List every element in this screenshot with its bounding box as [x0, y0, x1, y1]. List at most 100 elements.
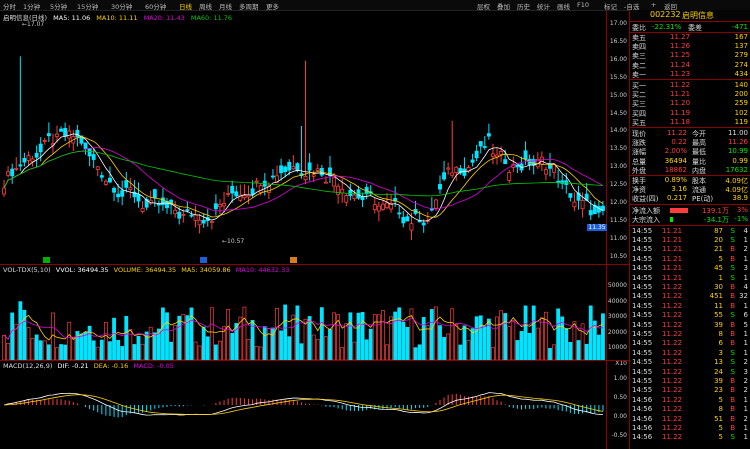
- tick-count: 1: [743, 395, 748, 404]
- tick-count: 2: [743, 377, 748, 385]
- volume-bar: [328, 329, 332, 360]
- candle-body: [523, 150, 528, 160]
- menu-item-8[interactable]: 月线: [219, 1, 232, 11]
- tick-volume: 20: [714, 236, 723, 244]
- tick-price: 11.21: [662, 226, 683, 235]
- dea-line: [4, 394, 604, 415]
- volume-bar: [59, 344, 63, 360]
- tick-row: 14:55 11.21 21 B 2: [630, 245, 750, 254]
- tick-price: 11.22: [662, 367, 683, 376]
- tick-direction: B: [730, 339, 735, 348]
- macd-panel[interactable]: MACD(12,26,9) DIF: -0.21 DEA: -0.16 MACD…: [0, 361, 606, 449]
- tick-time: 14:56: [632, 424, 653, 432]
- axis-label: 13.50: [609, 145, 627, 153]
- volume-bar: [161, 307, 165, 360]
- candle-body: [108, 177, 112, 183]
- axis-label: 11.50: [609, 216, 627, 224]
- bid-volume: 119: [734, 117, 748, 126]
- tick-row: 14:56 11.22 5 S 1: [630, 433, 750, 442]
- candle-body: [397, 212, 402, 215]
- tick-time: 14:55: [632, 226, 653, 235]
- quote-row: 涨幅 2.00% 最低 10.99: [630, 147, 750, 156]
- marker-m1[interactable]: [43, 257, 50, 263]
- candle-body: [470, 159, 475, 163]
- tick-direction: S: [730, 236, 735, 244]
- ask-price: 11.24: [670, 60, 691, 69]
- volume-bar: [507, 326, 512, 360]
- menu-item-9[interactable]: 多周期: [239, 1, 259, 11]
- tick-direction: S: [730, 433, 735, 442]
- volume-bar: [120, 346, 125, 360]
- volume-bar: [531, 305, 536, 360]
- tick-row: 14:55 11.22 23 B 2: [630, 386, 750, 395]
- volume-bar: [360, 312, 365, 360]
- axis-label: -0.50: [611, 432, 627, 439]
- macd-chart[interactable]: [0, 361, 606, 449]
- volume-bar: [556, 308, 561, 360]
- tick-row: 14:56 11.22 8 B 1: [630, 405, 750, 414]
- menu-item-4[interactable]: 30分钟: [111, 1, 132, 11]
- menu-item-6[interactable]: 日线: [179, 1, 192, 11]
- tick-time: 14:55: [632, 367, 653, 376]
- volume-bar: [136, 335, 141, 360]
- toolbar-item-8[interactable]: +: [651, 1, 656, 9]
- marker-m3[interactable]: [290, 257, 297, 263]
- menu-item-2[interactable]: 5分钟: [50, 1, 67, 11]
- stock-code: 002232: [650, 10, 681, 19]
- volume-bar: [450, 308, 455, 360]
- tick-price: 11.22: [662, 330, 683, 338]
- tick-price: 11.22: [662, 405, 683, 414]
- volume-bar: [230, 333, 235, 360]
- volume-bar: [112, 317, 116, 360]
- axis-label: 15.00: [609, 91, 627, 99]
- axis-label: 11.00: [609, 234, 627, 242]
- volume-bar: [344, 323, 349, 360]
- toolbar-item-3[interactable]: 统计: [537, 1, 550, 11]
- stat-value: 0.99: [732, 156, 748, 165]
- volume-panel[interactable]: VOL-TDX(5,10) VVOL: 36494.35 VOLUME: 364…: [0, 265, 606, 360]
- axis-label: 15.50: [609, 73, 627, 81]
- volume-bar: [548, 347, 552, 360]
- tick-direction: B: [730, 414, 735, 423]
- toolbar-item-6[interactable]: 标记: [604, 1, 617, 11]
- quote-row: 大宗流入 -34.1万 -1%: [630, 215, 750, 224]
- toolbar-item-5[interactable]: F10: [577, 1, 589, 9]
- tick-volume: 8: [718, 330, 723, 338]
- tick-count: 1: [743, 254, 748, 263]
- volume-bar: [148, 326, 153, 360]
- volume-bar: [584, 343, 589, 360]
- menu-item-3[interactable]: 15分钟: [77, 1, 98, 11]
- marker-m2[interactable]: [200, 257, 207, 263]
- menu-item-5[interactable]: 60分钟: [145, 1, 166, 11]
- candle-body: [14, 168, 19, 170]
- menu-item-7[interactable]: 周线: [199, 1, 212, 11]
- tick-time: 14:56: [632, 414, 653, 423]
- volume-bar: [63, 344, 68, 360]
- candle-body: [303, 175, 308, 181]
- menu-item-0[interactable]: 分时: [3, 1, 16, 11]
- tick-row: 14:55 11.22 39 B 5: [630, 321, 750, 330]
- volume-bar: [372, 314, 377, 360]
- toolbar-item-1[interactable]: 叠加: [497, 1, 510, 11]
- volume-bar: [425, 325, 430, 360]
- volume-bar: [417, 344, 422, 360]
- candlestick-chart[interactable]: ←17.07 ←10.57: [0, 11, 606, 264]
- kline-panel[interactable]: 启明信息(日线) MA5: 11.06 MA10: 11.11 MA20: 11…: [0, 11, 606, 264]
- tick-price: 11.22: [662, 320, 683, 329]
- quote-row: 买四 11.19 102: [630, 109, 750, 118]
- toolbar-item-4[interactable]: 画线: [557, 1, 570, 11]
- menu-item-10[interactable]: 更多: [266, 1, 279, 11]
- toolbar-item-0[interactable]: 层权: [477, 1, 490, 11]
- candle-body: [344, 195, 349, 203]
- volume-chart[interactable]: [0, 265, 606, 360]
- toolbar-item-2[interactable]: 历史: [517, 1, 530, 11]
- candle-body: [539, 156, 544, 165]
- candle-body: [140, 207, 145, 213]
- volume-bar: [413, 347, 418, 360]
- candle-body: [218, 204, 222, 208]
- bid-volume: 102: [734, 108, 748, 117]
- menu-item-1[interactable]: 1分钟: [23, 1, 40, 11]
- volume-bar: [34, 334, 39, 360]
- volume-bar: [291, 314, 296, 360]
- candle-body: [323, 181, 328, 184]
